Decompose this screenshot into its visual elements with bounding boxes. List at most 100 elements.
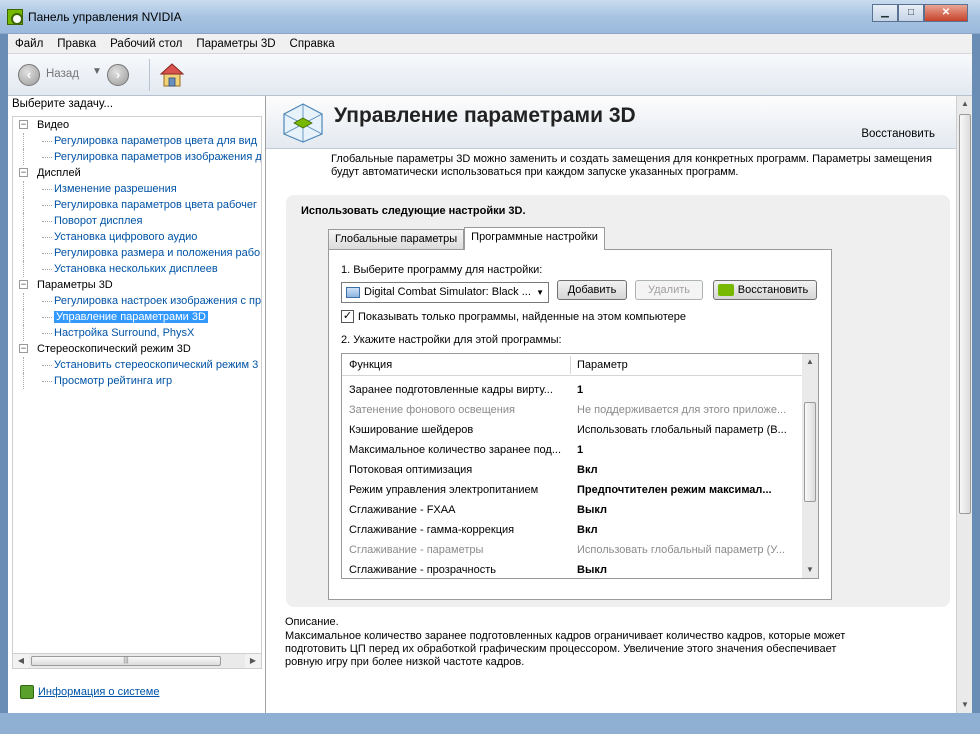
content-vertical-scrollbar[interactable]: ▲ ▼ (956, 96, 972, 713)
menu-help[interactable]: Справка (283, 38, 342, 50)
system-info-link[interactable]: Информация о системе (38, 686, 159, 698)
show-installed-only[interactable]: ✓ Показывать только программы, найденные… (341, 310, 686, 323)
tree-item[interactable]: Регулировка параметров изображения д (13, 149, 261, 165)
feature-cell: Затенение фонового освещения (349, 404, 515, 416)
tree-item[interactable]: Поворот дисплея (13, 213, 261, 229)
tree-item-label[interactable]: Регулировка параметров изображения д (54, 151, 261, 163)
restore-defaults-link[interactable]: Восстановить (861, 128, 935, 140)
setting-cell[interactable]: Использовать глобальный параметр (У... (577, 544, 799, 556)
table-row[interactable]: Потоковая оптимизация Вкл (342, 460, 804, 480)
scroll-up-icon[interactable]: ▲ (957, 96, 973, 112)
table-row[interactable]: Сглаживание - FXAA Выкл (342, 500, 804, 520)
tree-item-label[interactable]: Настройка Surround, PhysX (54, 327, 194, 339)
restore-program-button[interactable]: Восстановить (713, 280, 817, 300)
tree-item[interactable]: Установка нескольких дисплеев (13, 261, 261, 277)
tree-item[interactable]: Изменение разрешения (13, 181, 261, 197)
menu-3d-settings[interactable]: Параметры 3D (189, 38, 282, 50)
column-header-setting[interactable]: Параметр (577, 359, 628, 371)
menu-edit[interactable]: Правка (50, 38, 103, 50)
scroll-up-icon[interactable]: ▲ (802, 354, 818, 370)
system-info[interactable]: Информация о системе (20, 685, 159, 699)
setting-cell[interactable]: Вкл (577, 524, 799, 536)
tree-category-display[interactable]: − Дисплей (13, 165, 261, 181)
maximize-button[interactable]: □ (898, 4, 924, 22)
tree-item-label[interactable]: Установка цифрового аудио (54, 231, 197, 243)
forward-arrow-icon[interactable]: › (107, 64, 129, 86)
history-dropdown-icon[interactable]: ▼ (92, 66, 102, 77)
table-row[interactable]: Затенение фонового освещения Не поддержив… (342, 400, 804, 420)
scroll-down-icon[interactable]: ▼ (957, 697, 973, 713)
tree-item-selected[interactable]: Управление параметрами 3D (13, 309, 261, 325)
tree-item[interactable]: Просмотр рейтинга игр (13, 373, 261, 389)
setting-cell[interactable]: 1 (577, 384, 799, 396)
checkbox-checked-icon[interactable]: ✓ (341, 310, 354, 323)
tree-item[interactable]: Регулировка параметров цвета для вид (13, 133, 261, 149)
tree-item-label[interactable]: Регулировка размера и положения рабо (54, 247, 260, 259)
table-row[interactable]: Режим управления электропитанием Предпочт… (342, 480, 804, 500)
setting-cell[interactable]: Предпочтителен режим максимал... (577, 484, 799, 496)
setting-cell[interactable]: 1 (577, 444, 799, 456)
table-row[interactable]: Максимальное количество заранее под... 1 (342, 440, 804, 460)
table-row[interactable]: Кэширование шейдеров Использовать глобаль… (342, 420, 804, 440)
setting-cell[interactable]: Выкл (577, 504, 799, 516)
settings-grid: Функция Параметр Заранее подготовленные … (341, 353, 819, 579)
column-header-feature[interactable]: Функция (349, 359, 392, 371)
tree-item-label[interactable]: Установить стереоскопический режим 3 (54, 359, 258, 371)
back-arrow-icon[interactable]: ‹ (18, 64, 40, 86)
tree-item[interactable]: Регулировка размера и положения рабо (13, 245, 261, 261)
tree-item-label[interactable]: Регулировка параметров цвета рабочег (54, 199, 257, 211)
close-button[interactable]: ✕ (924, 4, 968, 22)
setting-cell[interactable]: Не поддерживается для этого приложе... (577, 404, 799, 416)
setting-cell[interactable]: Вкл (577, 464, 799, 476)
scrollbar-thumb[interactable] (804, 402, 816, 502)
setting-cell[interactable]: Использовать глобальный параметр (В... (577, 424, 799, 436)
tree-item-label[interactable]: Изменение разрешения (54, 183, 177, 195)
home-icon[interactable] (158, 61, 186, 89)
tree-category-video[interactable]: − Видео (13, 117, 261, 133)
table-row[interactable]: Сглаживание - гамма-коррекция Вкл (342, 520, 804, 540)
tree-item-label[interactable]: Регулировка настроек изображения с пр (54, 295, 261, 307)
scrollbar-thumb[interactable] (959, 114, 971, 514)
setting-cell[interactable]: Выкл (577, 564, 799, 576)
menu-desktop[interactable]: Рабочий стол (103, 38, 189, 50)
tree-item[interactable]: Установить стереоскопический режим 3 (13, 357, 261, 373)
back-label[interactable]: Назад (46, 68, 79, 80)
tree-item[interactable]: Регулировка параметров цвета рабочег (13, 197, 261, 213)
column-divider[interactable] (570, 356, 571, 374)
tree-item[interactable]: Настройка Surround, PhysX (13, 325, 261, 341)
tree-item[interactable]: Установка цифрового аудио (13, 229, 261, 245)
tree-item-label[interactable]: Установка нескольких дисплеев (54, 263, 218, 275)
tab-program-settings[interactable]: Программные настройки (464, 227, 605, 250)
tree-item-label[interactable]: Управление параметрами 3D (54, 311, 208, 323)
scroll-right-icon[interactable]: ▶ (245, 654, 261, 668)
tab-global-settings[interactable]: Глобальные параметры (328, 229, 465, 249)
table-row[interactable]: Сглаживание - прозрачность Выкл (342, 560, 804, 578)
title-bar: Панель управления NVIDIA ▁ □ ✕ (0, 0, 980, 34)
tree-category-3d-settings[interactable]: − Параметры 3D (13, 277, 261, 293)
chevron-down-icon[interactable]: ▼ (536, 288, 544, 297)
tree-item-label[interactable]: Поворот дисплея (54, 215, 142, 227)
table-row[interactable]: Заранее подготовленные кадры вирту... 1 (342, 380, 804, 400)
tree-item-label[interactable]: Регулировка параметров цвета для вид (54, 135, 257, 147)
grid-vertical-scrollbar[interactable]: ▲ ▼ (802, 354, 818, 578)
add-program-button[interactable]: Добавить (557, 280, 627, 300)
collapse-icon[interactable]: − (19, 280, 28, 289)
tree-item-label[interactable]: Просмотр рейтинга игр (54, 375, 172, 387)
collapse-icon[interactable]: − (19, 120, 28, 129)
program-select-value: Digital Combat Simulator: Black ... (364, 286, 531, 298)
tree-category-stereo-3d[interactable]: − Стереоскопический режим 3D (13, 341, 261, 357)
scroll-left-icon[interactable]: ◀ (13, 654, 29, 668)
remove-program-button[interactable]: Удалить (635, 280, 703, 300)
tree-item[interactable]: Регулировка настроек изображения с пр (13, 293, 261, 309)
menu-file[interactable]: Файл (8, 38, 50, 50)
collapse-icon[interactable]: − (19, 344, 28, 353)
minimize-button[interactable]: ▁ (872, 4, 898, 22)
scrollbar-thumb[interactable]: ||| (31, 656, 221, 666)
program-select[interactable]: Digital Combat Simulator: Black ... ▼ (341, 282, 549, 303)
table-row[interactable]: Сглаживание - параметры Использовать глоб… (342, 540, 804, 560)
scroll-down-icon[interactable]: ▼ (802, 562, 818, 578)
feature-cell: Режим управления электропитанием (349, 484, 539, 496)
collapse-icon[interactable]: − (19, 168, 28, 177)
tree-horizontal-scrollbar[interactable]: ◀ ||| ▶ (12, 653, 262, 669)
tree-category-label: Видео (37, 119, 70, 131)
